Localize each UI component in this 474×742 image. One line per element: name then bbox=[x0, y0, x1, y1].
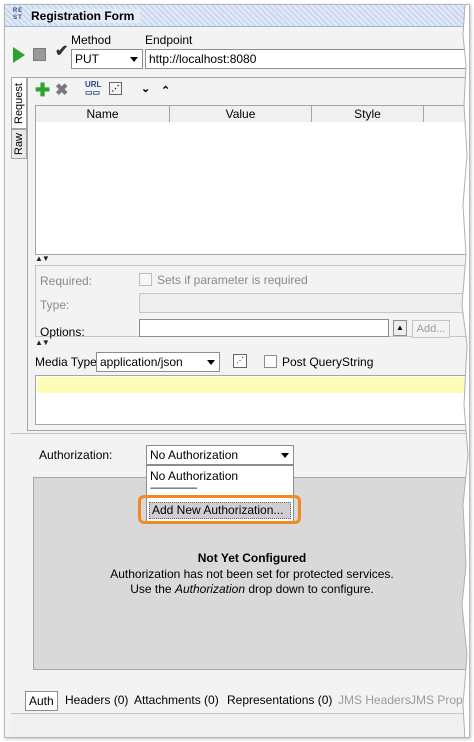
dropdown-separator: -------------------- bbox=[150, 483, 198, 494]
options-label: Options: bbox=[40, 325, 85, 339]
options-input[interactable] bbox=[139, 319, 389, 337]
stop-icon[interactable] bbox=[33, 48, 46, 61]
auth-info-line-2-em: Authorization bbox=[174, 582, 245, 596]
column-value[interactable]: Value bbox=[170, 106, 312, 122]
auth-info-line-2: Use the Authorization drop down to confi… bbox=[33, 582, 469, 596]
tab-representations[interactable]: Representations (0) bbox=[224, 691, 335, 711]
chevron-down-icon bbox=[130, 57, 138, 62]
method-value: PUT bbox=[75, 52, 99, 66]
chevron-down-icon bbox=[207, 360, 215, 365]
tab-request[interactable]: Request bbox=[11, 77, 27, 129]
tab-attachments[interactable]: Attachments (0) bbox=[131, 691, 222, 711]
move-down-icon[interactable]: ⌄ bbox=[141, 82, 150, 95]
required-checkbox-text: Sets if parameter is required bbox=[157, 273, 308, 287]
method-label: Method bbox=[71, 33, 112, 47]
endpoint-value: http://localhost:8080 bbox=[149, 52, 257, 66]
chevron-down-icon bbox=[281, 453, 289, 458]
auth-info-line-2-pre: Use the bbox=[130, 582, 175, 596]
validate-icon[interactable]: ✔ bbox=[55, 41, 68, 61]
authorization-label: Authorization: bbox=[39, 448, 113, 462]
params-grid-header: Name Value Style bbox=[35, 105, 469, 123]
view-icon[interactable]: ⋰ bbox=[109, 82, 122, 95]
format-icon[interactable]: ⋰ bbox=[233, 354, 247, 368]
auth-info-title: Not Yet Configured bbox=[197, 551, 307, 565]
endpoint-input[interactable]: http://localhost:8080 bbox=[145, 49, 469, 69]
delete-icon[interactable]: ✖ bbox=[55, 80, 68, 100]
title-bar: RE ST Registration Form bbox=[5, 5, 469, 27]
run-icon[interactable] bbox=[13, 47, 25, 63]
tab-raw[interactable]: Raw bbox=[11, 129, 27, 159]
post-querystring-label: Post QueryString bbox=[282, 355, 374, 369]
required-label: Required: bbox=[40, 274, 93, 288]
tab-jms-headers[interactable]: JMS Headers bbox=[335, 691, 414, 711]
splitter-icon[interactable]: ▲▼ bbox=[35, 254, 50, 263]
tab-jms-properties[interactable]: JMS Prop bbox=[407, 691, 466, 711]
rest-icon: RE ST bbox=[12, 8, 24, 21]
post-querystring-checkbox[interactable] bbox=[264, 355, 277, 368]
endpoint-label: Endpoint bbox=[145, 33, 193, 47]
required-checkbox[interactable] bbox=[139, 273, 152, 286]
highlight-ring bbox=[138, 495, 301, 524]
type-label: Type: bbox=[40, 298, 70, 312]
url-icon[interactable]: URL ▭▭ bbox=[85, 81, 101, 97]
add-option-button[interactable]: Add... bbox=[412, 320, 450, 338]
auth-info-line-2-post: drop down to configure. bbox=[245, 582, 374, 596]
media-type-value: application/json bbox=[100, 355, 183, 369]
tab-request-label: Request bbox=[13, 83, 25, 124]
media-type-select[interactable]: application/json bbox=[96, 352, 220, 372]
current-line-highlight bbox=[37, 377, 469, 393]
options-up-icon[interactable]: ▲ bbox=[393, 320, 407, 336]
splitter-icon[interactable]: ▲▼ bbox=[35, 338, 50, 347]
column-name[interactable]: Name bbox=[36, 106, 170, 122]
move-up-icon[interactable]: ⌃ bbox=[161, 84, 170, 97]
tab-headers[interactable]: Headers (0) bbox=[62, 691, 131, 711]
params-grid[interactable] bbox=[35, 122, 469, 255]
type-select[interactable] bbox=[139, 293, 469, 313]
request-body-editor[interactable] bbox=[35, 375, 469, 425]
tab-raw-label: Raw bbox=[13, 132, 25, 155]
status-bar bbox=[11, 713, 469, 737]
authorization-select[interactable]: No Authorization bbox=[146, 445, 294, 465]
method-select[interactable]: PUT bbox=[71, 49, 143, 69]
dropdown-option-no-authorization[interactable]: No Authorization bbox=[150, 469, 238, 483]
authorization-value: No Authorization bbox=[150, 448, 239, 462]
window-title: Registration Form bbox=[31, 9, 141, 23]
add-icon[interactable]: ✚ bbox=[35, 80, 50, 101]
column-style[interactable]: Style bbox=[312, 106, 424, 122]
bottom-tab-bar: Auth Headers (0) Attachments (0) Represe… bbox=[11, 689, 469, 713]
request-editor-window: RE ST Registration Form ✔ Method PUT Endp… bbox=[4, 4, 470, 738]
tab-auth[interactable]: Auth bbox=[25, 691, 58, 711]
auth-info-line-1: Authorization has not been set for prote… bbox=[110, 567, 394, 581]
media-type-label: Media Type bbox=[35, 355, 97, 369]
